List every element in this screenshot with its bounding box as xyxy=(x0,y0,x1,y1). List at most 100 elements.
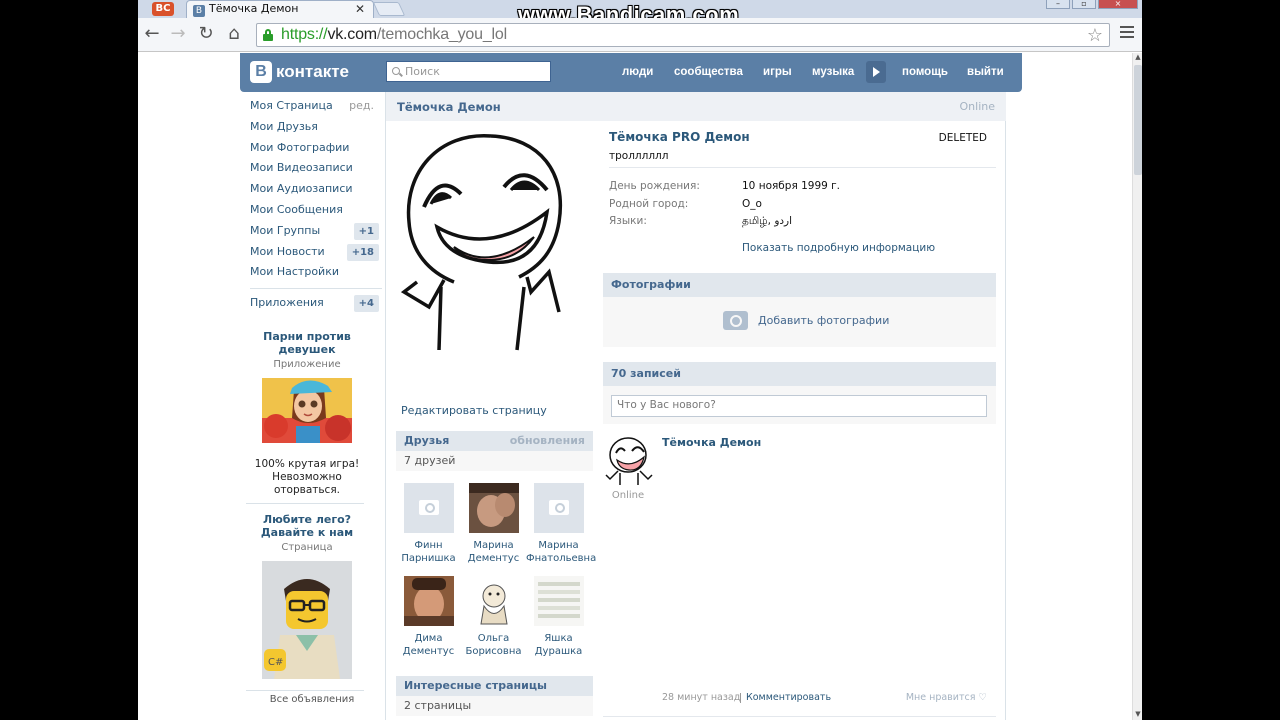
show-details-link[interactable]: Показать подробную информацию xyxy=(742,242,935,254)
menu-my-page[interactable]: Моя Страница ред. xyxy=(242,96,382,117)
friend-item[interactable]: Финн Парнишка xyxy=(396,483,461,565)
friends-block: Друзья обновления 7 друзей Финн Парнишка … xyxy=(396,431,597,671)
menu-icon[interactable] xyxy=(1120,26,1134,41)
maximize-icon[interactable]: ▫ xyxy=(1072,0,1096,9)
tab-vc[interactable]: ВС xyxy=(144,0,184,18)
address-bar[interactable]: https://vk.com/temochka_you_lol ☆ xyxy=(256,23,1110,47)
heart-icon: ♡ xyxy=(978,692,987,703)
troll-face-image xyxy=(399,132,573,354)
nav-music[interactable]: музыка xyxy=(812,53,854,92)
add-photos-link[interactable]: Добавить фотографии xyxy=(723,311,889,330)
search-icon xyxy=(392,67,400,75)
friend-first-name: Финн xyxy=(414,540,443,551)
ad-block[interactable]: Любите лего? Давайте к нам Страница C# xyxy=(252,513,362,683)
nav-logout[interactable]: выйти xyxy=(967,53,1004,92)
friend-item[interactable]: Яшка Дурашка xyxy=(526,576,591,658)
ads-divider xyxy=(246,690,364,691)
friend-item[interactable]: Марина Фнатольевна xyxy=(526,483,597,565)
wall-post-input[interactable]: Что у Вас нового? xyxy=(611,395,987,417)
vk-logo[interactable]: Вконтакте xyxy=(250,59,349,85)
tab-active[interactable]: В Тёмочка Демон ✕ xyxy=(186,0,374,18)
ad-block[interactable]: Парни против девушек Приложение 100% кру… xyxy=(252,330,362,497)
nav-help[interactable]: помощь xyxy=(902,53,948,92)
minimize-icon[interactable]: – xyxy=(1046,0,1070,9)
friend-first-name: Дима xyxy=(414,633,443,644)
menu-my-messages[interactable]: Мои Сообщения xyxy=(242,200,382,221)
home-icon[interactable]: ⌂ xyxy=(224,24,244,44)
menu-my-videos[interactable]: Мои Видеозаписи xyxy=(242,158,382,179)
menu-my-news[interactable]: Мои Новости +18 xyxy=(242,242,382,263)
hometown-value[interactable]: О_о xyxy=(742,198,762,210)
wall-header[interactable]: 70 записей xyxy=(603,362,996,386)
photos-header[interactable]: Фотографии xyxy=(603,273,996,297)
ad-title[interactable]: Любите лего? Давайте к нам xyxy=(252,513,362,539)
all-ads-link[interactable]: Все объявления xyxy=(242,694,382,705)
birthday-value[interactable]: 10 ноября 1999 г. xyxy=(742,180,840,192)
new-tab-button[interactable] xyxy=(372,2,406,16)
scroll-up-icon[interactable]: ▲ xyxy=(1133,53,1142,63)
nav-games[interactable]: игры xyxy=(763,53,792,92)
user-status[interactable]: тролллллл xyxy=(609,150,668,162)
profile-avatar[interactable] xyxy=(399,132,573,354)
camera-placeholder-icon xyxy=(533,483,584,533)
deleted-label: DELETED xyxy=(938,132,987,144)
comment-link[interactable]: Комментировать xyxy=(746,692,831,703)
friend-last-name: Дурашка xyxy=(534,646,583,657)
play-icon[interactable] xyxy=(866,61,886,83)
back-arrow-icon[interactable]: ← xyxy=(142,24,162,44)
friends-header[interactable]: Друзья обновления xyxy=(396,431,593,451)
groups-badge[interactable]: +1 xyxy=(353,222,379,240)
menu-divider xyxy=(250,288,382,290)
ad-image[interactable] xyxy=(262,378,352,447)
vc-logo-icon: ВС xyxy=(152,2,174,16)
edit-link[interactable]: ред. xyxy=(349,96,374,117)
ad-subtitle: Приложение xyxy=(273,359,341,370)
search-input[interactable]: Поиск xyxy=(386,61,551,82)
edit-page-link[interactable]: Редактировать страницу xyxy=(401,404,547,417)
menu-my-friends[interactable]: Мои Друзья xyxy=(242,117,382,138)
camera-placeholder-icon xyxy=(403,483,454,533)
friend-last-name: Дементус xyxy=(402,646,455,657)
interesting-pages-count[interactable]: 2 страницы xyxy=(396,696,593,716)
post-online-status: Online xyxy=(611,490,645,501)
scroll-down-icon[interactable]: ▼ xyxy=(1133,710,1142,720)
post-author[interactable]: Тёмочка Демон xyxy=(662,436,761,449)
friend-first-name: Марина xyxy=(473,540,514,551)
friend-last-name: Фнатольевна xyxy=(526,553,597,564)
scrollbar[interactable]: ▲ ▼ xyxy=(1132,53,1142,720)
menu-my-photos[interactable]: Мои Фотографии xyxy=(242,138,382,159)
menu-my-audio[interactable]: Мои Аудиозаписи xyxy=(242,179,382,200)
forward-arrow-icon[interactable]: → xyxy=(168,24,188,44)
news-badge[interactable]: +18 xyxy=(346,243,379,261)
reload-icon[interactable]: ↻ xyxy=(196,24,216,44)
friend-item[interactable]: Ольга Борисовна xyxy=(461,576,526,658)
menu-my-settings[interactable]: Мои Настройки xyxy=(242,262,382,283)
friends-count[interactable]: 7 друзей xyxy=(396,451,593,471)
wall-compose: Что у Вас нового? xyxy=(603,386,996,424)
friends-updates-link[interactable]: обновления xyxy=(510,431,585,451)
tab-close-icon[interactable]: ✕ xyxy=(355,1,365,17)
friend-item[interactable]: Марина Дементус xyxy=(461,483,526,565)
languages-value[interactable]: தமிழ், اردو xyxy=(742,215,792,228)
profile-full-name: Тёмочка PRO Демон xyxy=(609,130,750,144)
friend-item[interactable]: Дима Дементус xyxy=(396,576,461,658)
friend-first-name: Яшка xyxy=(544,633,573,644)
post-time[interactable]: 28 минут назад xyxy=(662,692,740,703)
scroll-thumb[interactable] xyxy=(1134,65,1142,175)
apps-badge[interactable]: +4 xyxy=(353,295,379,313)
ad-divider xyxy=(246,503,364,504)
close-window-icon[interactable]: × xyxy=(1098,0,1138,9)
ad-image[interactable]: C# xyxy=(262,561,352,683)
ad-title[interactable]: Парни против девушек xyxy=(252,330,362,356)
menu-my-groups[interactable]: Мои Группы +1 xyxy=(242,221,382,242)
url-text: https://vk.com/temochka_you_lol xyxy=(281,26,507,43)
post-avatar[interactable] xyxy=(604,435,654,485)
tab-title: Тёмочка Демон xyxy=(209,2,299,15)
browser-toolbar: ← → ↻ ⌂ https://vk.com/temochka_you_lol … xyxy=(138,18,1142,52)
menu-apps[interactable]: Приложения +4 xyxy=(242,293,382,314)
nav-communities[interactable]: сообщества xyxy=(674,53,743,92)
interesting-pages-header[interactable]: Интересные страницы xyxy=(396,676,593,696)
like-button[interactable]: Мне нравится ♡ xyxy=(906,692,987,703)
bookmark-star-icon[interactable]: ☆ xyxy=(1087,25,1103,46)
nav-people[interactable]: люди xyxy=(622,53,653,92)
